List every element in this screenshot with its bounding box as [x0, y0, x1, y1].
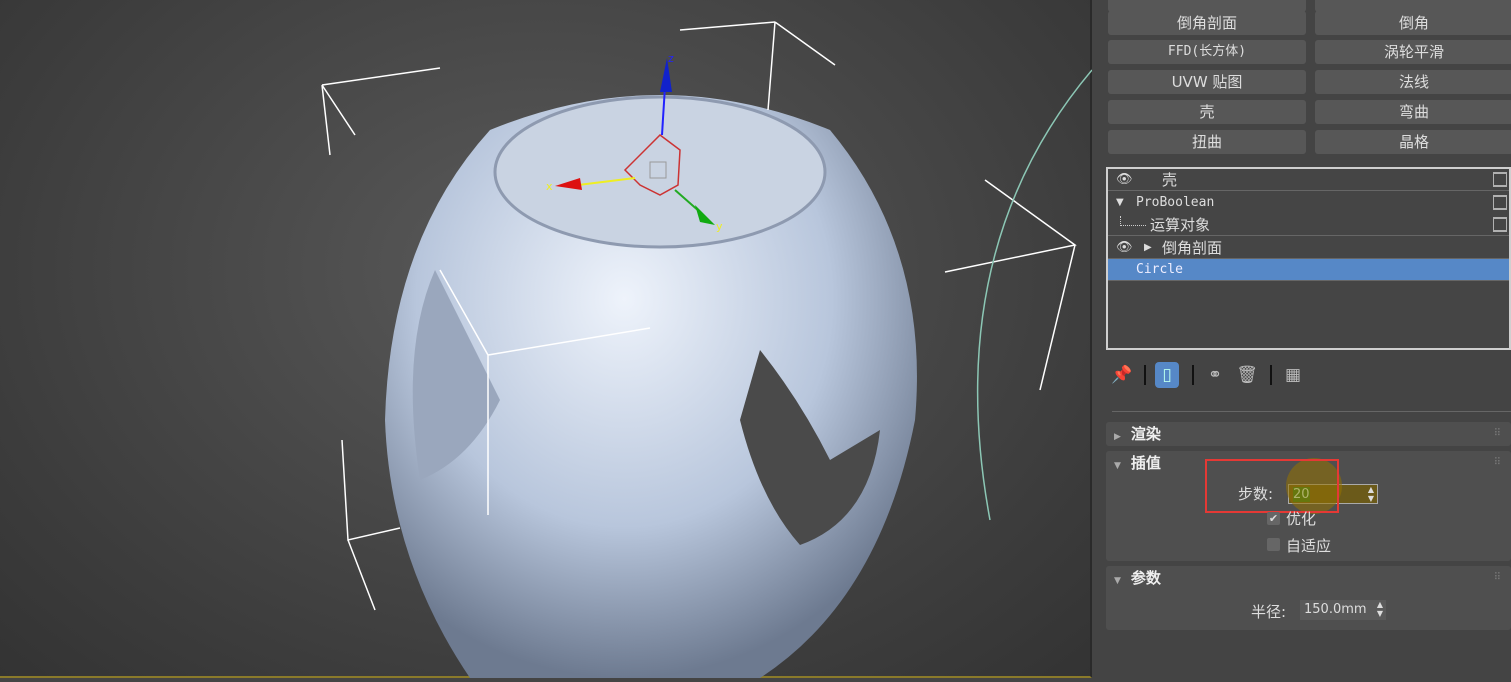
optimize-label: 优化 [1286, 510, 1317, 528]
modifier-button[interactable]: 晶格 [1315, 130, 1511, 154]
pin-icon [1493, 195, 1507, 210]
modifier-button[interactable]: 法线 [1315, 70, 1511, 94]
stack-item-label: ProBoolean [1136, 195, 1215, 210]
modifier-button[interactable]: UVW 贴图 [1108, 70, 1306, 94]
triangle-down-icon[interactable]: ▼ [1114, 576, 1121, 586]
command-panel-modify: 倒角剖面 倒角 FFD(长方体) 涡轮平滑 UVW 贴图 法线 壳 弯曲 扭曲 … [1096, 0, 1511, 678]
eye-icon[interactable]: 👁 [1116, 237, 1133, 259]
splitter-handle[interactable] [1112, 411, 1511, 412]
make-unique-icon[interactable]: ⚭ [1203, 362, 1227, 388]
remove-modifier-icon[interactable]: 🗑 [1235, 362, 1259, 388]
divider [1270, 365, 1272, 385]
rollout-title[interactable]: 插值 [1131, 454, 1161, 472]
eye-icon[interactable]: 👁 [1116, 169, 1133, 191]
rollout-interpolation: ▼插值 ⠿ 步数: 20 ▲▼ ✔ 优化 自适应 [1106, 451, 1511, 561]
modifier-button[interactable]: 倒角 [1315, 11, 1511, 35]
triangle-down-icon[interactable]: ▼ [1116, 192, 1124, 214]
vase-opening [493, 95, 827, 249]
rollout-title: 渲染 [1130, 425, 1161, 443]
rollout-parameters: ▼ 参数 ⠿ 半径: 150.0mm ▲ ▼ [1106, 566, 1511, 630]
radius-spinner[interactable]: 150.0mm ▲ ▼ [1300, 600, 1386, 620]
adaptive-checkbox[interactable] [1267, 538, 1280, 551]
modifier-stack[interactable]: 👁 壳 ▼ ProBoolean 运算对象 👁 ▶ 倒角剖面 Circle [1106, 167, 1511, 350]
adaptive-label: 自适应 [1286, 537, 1332, 555]
rollout-render[interactable]: ▶ 渲染 ⠿ [1106, 422, 1511, 446]
modifier-button[interactable]: 壳 [1108, 100, 1306, 124]
stack-item-bevel-profile[interactable]: 👁 ▶ 倒角剖面 [1108, 237, 1509, 259]
z-axis-label: z [668, 52, 674, 65]
grip-icon: ⠿ [1493, 428, 1501, 439]
modifier-button[interactable]: 扭曲 [1108, 130, 1306, 154]
spinner-arrows-icon[interactable]: ▲ ▼ [1377, 600, 1383, 618]
stack-item-operands[interactable]: 运算对象 [1108, 214, 1509, 236]
divider [1144, 365, 1146, 385]
grip-icon: ⠿ [1493, 572, 1501, 583]
optimize-checkbox[interactable]: ✔ [1267, 512, 1280, 525]
modifier-button[interactable]: FFD(长方体) [1108, 40, 1306, 64]
perspective-viewport[interactable]: z x y [0, 0, 1093, 678]
stack-item-label: 运算对象 [1150, 216, 1211, 234]
show-end-result-icon[interactable]: ▯ [1155, 362, 1179, 388]
stack-item-label: Circle [1136, 262, 1183, 277]
x-axis-label: x [546, 180, 553, 193]
configure-modifier-sets-icon[interactable]: ▦ [1281, 362, 1305, 388]
modifier-button[interactable]: 涡轮平滑 [1315, 40, 1511, 64]
triangle-right-icon[interactable]: ▶ [1144, 237, 1152, 259]
pin-icon [1493, 172, 1507, 187]
pin-stack-icon[interactable]: 📌 [1110, 362, 1134, 388]
stack-item-proboolean[interactable]: ▼ ProBoolean [1108, 192, 1509, 214]
stack-item-shell[interactable]: 👁 壳 [1108, 169, 1509, 191]
grip-icon: ⠿ [1493, 457, 1501, 468]
radius-value[interactable]: 150.0mm [1304, 602, 1367, 617]
divider [1192, 365, 1194, 385]
tree-line-icon [1120, 216, 1146, 226]
modifier-button[interactable]: 弯曲 [1315, 100, 1511, 124]
stack-item-circle[interactable]: Circle [1108, 259, 1509, 281]
stack-item-label: 倒角剖面 [1162, 239, 1223, 257]
rollout-title[interactable]: 参数 [1131, 569, 1161, 587]
modifier-button[interactable]: 倒角剖面 [1108, 11, 1306, 35]
spinner-arrows-icon[interactable]: ▲ ▼ [1368, 485, 1374, 503]
vase-scene: z x y [321, 21, 1093, 678]
triangle-down-icon[interactable]: ▼ [1114, 461, 1121, 471]
triangle-right-icon: ▶ [1114, 432, 1121, 442]
radius-label: 半径: [1251, 603, 1287, 621]
pin-icon [1493, 217, 1507, 232]
y-axis-label: y [716, 220, 723, 233]
stack-item-label: 壳 [1162, 171, 1178, 189]
highlight-box [1205, 459, 1339, 513]
